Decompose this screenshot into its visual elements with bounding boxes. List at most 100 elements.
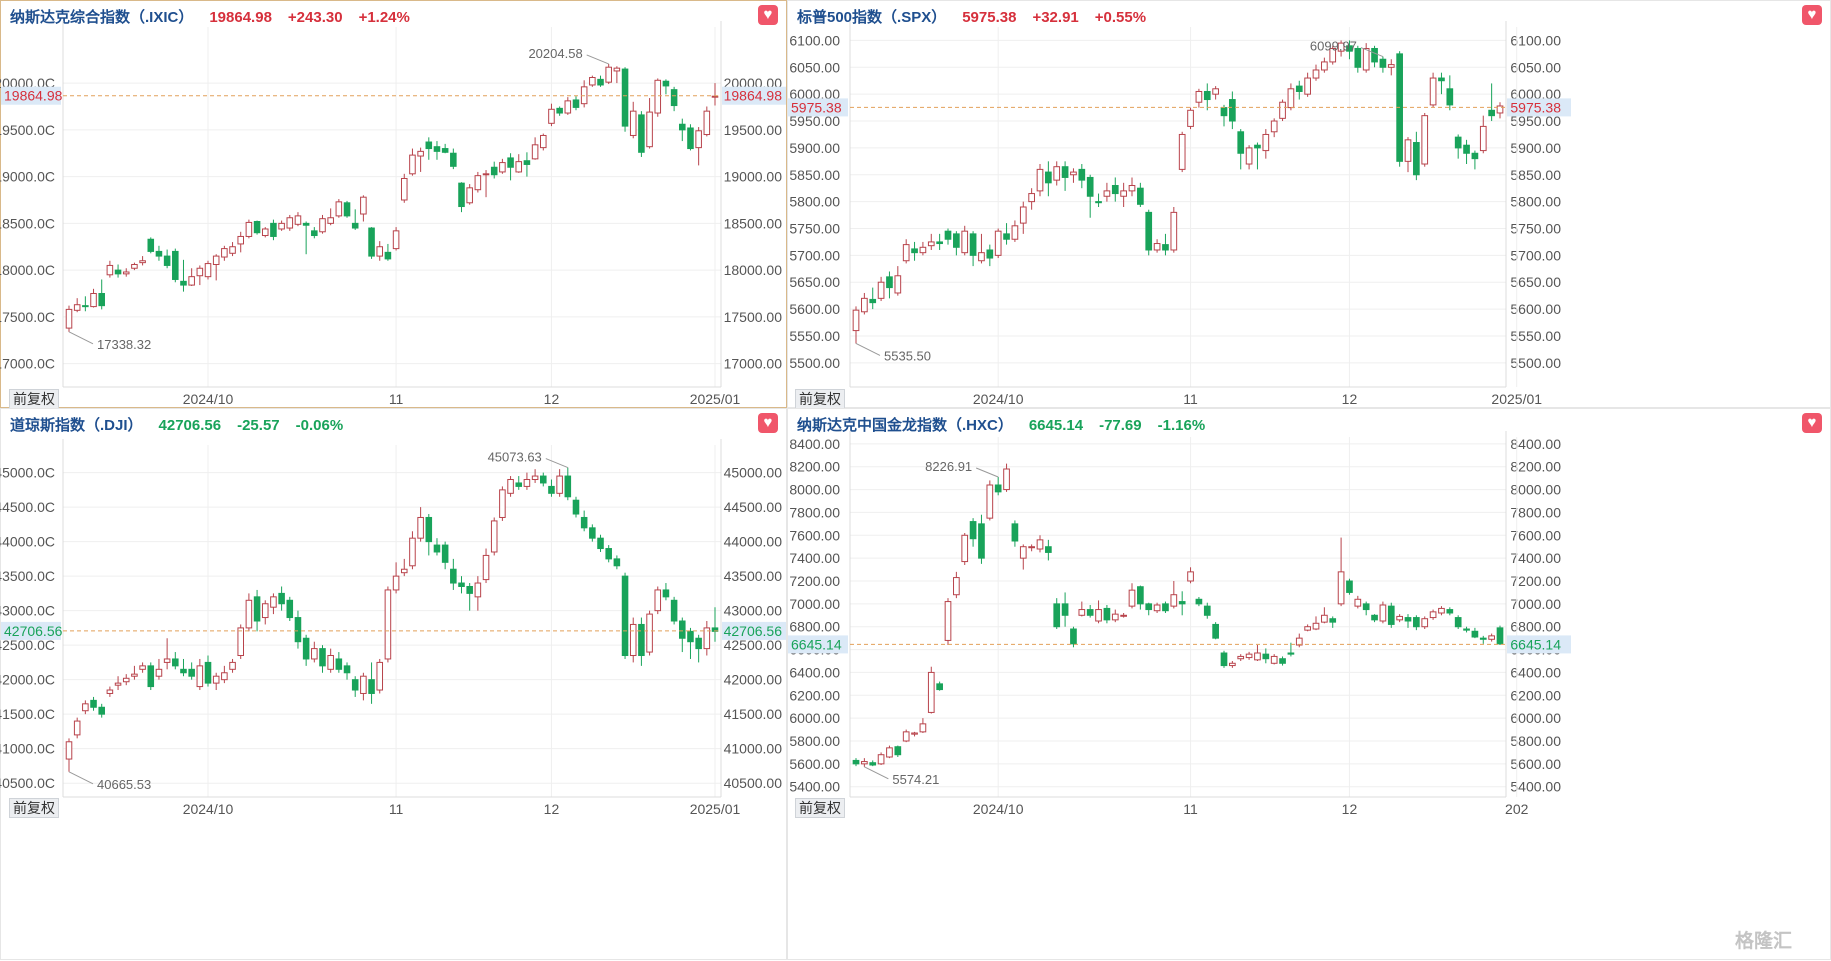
candle-body	[1187, 109, 1194, 127]
candle-body	[1011, 523, 1019, 542]
candle-body	[1387, 64, 1395, 68]
candle-body	[1396, 615, 1403, 621]
candle-body	[1312, 69, 1320, 79]
candle-body	[978, 523, 985, 559]
candle-body	[1028, 193, 1035, 203]
candle-body	[613, 558, 621, 567]
x-tick-label: 2024/10	[183, 391, 234, 407]
y-tick-label-left: 8200.00	[789, 459, 840, 475]
candle-body	[474, 582, 482, 598]
candle-body	[1045, 171, 1052, 184]
candle-body	[1270, 655, 1278, 664]
y-tick-label-left: 5750.00	[789, 220, 840, 236]
adjustment-button[interactable]: 前复权	[795, 389, 845, 409]
candle-body	[327, 217, 334, 224]
y-tick-label-left: 5650.00	[789, 274, 840, 290]
low-annotation: 5574.21	[892, 772, 939, 787]
candle-body	[944, 230, 952, 240]
candle-body	[229, 661, 236, 670]
y-tick-label-right: 17500.00	[724, 309, 783, 325]
candle-body	[1086, 176, 1094, 197]
candle-body	[155, 250, 163, 257]
candle-body	[902, 731, 910, 742]
candle-body	[229, 246, 236, 254]
candle-body	[1078, 609, 1086, 616]
candle-body	[1371, 47, 1378, 63]
candle-body	[327, 655, 334, 670]
candle-body	[961, 230, 969, 254]
candle-body	[1178, 601, 1186, 605]
candle-body	[621, 68, 629, 127]
high-annotation-leader	[545, 458, 568, 469]
candlestick-chart: 5400.00 5400.00 5600.00 5600.00 5800.00 5800.…	[788, 431, 1571, 817]
candle-body	[1454, 617, 1462, 628]
chart-panel-dji: 道琼斯指数（.DJI） 42706.56 -25.57 -0.06% ♥ 40500.…	[0, 408, 787, 960]
candle-body	[1162, 603, 1169, 612]
candle-body	[368, 679, 375, 694]
candle-body	[1287, 652, 1295, 655]
candle-body	[376, 661, 384, 691]
candle-body	[597, 78, 604, 86]
current-price-tag-left: 19864.98	[4, 88, 63, 104]
candle-body	[343, 202, 351, 217]
candle-body	[687, 630, 694, 643]
candle-body	[1237, 131, 1245, 154]
candle-body	[384, 589, 392, 660]
candle-body	[1053, 603, 1061, 628]
y-tick-label-left: 5800.00	[789, 733, 840, 749]
candle-body	[1262, 133, 1270, 152]
candle-body	[221, 248, 228, 258]
candle-body	[1387, 605, 1395, 625]
adjustment-button[interactable]: 前复权	[795, 798, 845, 818]
y-tick-label-left: 41500.0C	[0, 706, 55, 722]
candle-body	[98, 706, 105, 715]
candle-body	[986, 484, 994, 519]
y-tick-label-left: 5600.00	[789, 756, 840, 772]
candle-body	[936, 683, 943, 691]
low-annotation: 40665.53	[97, 777, 151, 792]
candle-body	[1120, 614, 1127, 617]
candlestick-chart: 5500.00 5500.00 5550.00 5550.00 5600.00 5600.…	[788, 21, 1571, 407]
y-tick-label-left: 5900.00	[789, 140, 840, 156]
candle-body	[507, 479, 514, 494]
y-tick-label-left: 18500.0C	[0, 215, 55, 231]
current-price-tag-left: 42706.56	[4, 623, 63, 639]
y-tick-label-left: 5850.00	[789, 167, 840, 183]
x-tick-label: 12	[1342, 801, 1358, 817]
candle-body	[1003, 468, 1010, 491]
candle-body	[1070, 628, 1077, 645]
y-tick-label-right: 41500.00	[724, 706, 783, 722]
y-tick-label-right: 44500.00	[724, 499, 783, 515]
y-tick-label-left: 44000.0C	[0, 534, 55, 550]
candle-body	[360, 196, 367, 215]
candle-body	[1404, 617, 1412, 622]
candle-body	[1245, 147, 1253, 165]
adjustment-button[interactable]: 前复权	[9, 798, 59, 818]
candle-body	[1128, 589, 1136, 607]
candle-body	[311, 230, 318, 237]
candle-body	[376, 246, 384, 257]
candle-body	[1053, 166, 1061, 181]
candle-body	[877, 281, 885, 299]
candle-body	[1404, 139, 1412, 162]
candle-body	[1028, 546, 1035, 549]
candle-body	[515, 161, 523, 173]
candle-body	[1254, 652, 1261, 661]
current-price-tag-right: 6645.14	[1510, 636, 1561, 652]
y-tick-label-right: 7000.00	[1510, 596, 1561, 612]
candle-body	[869, 762, 877, 766]
adjustment-button[interactable]: 前复权	[9, 389, 59, 409]
candle-body	[433, 146, 441, 152]
candle-body	[1454, 136, 1462, 149]
candle-body	[441, 148, 449, 153]
candle-body	[392, 575, 400, 591]
candle-body	[90, 292, 97, 308]
candle-body	[1036, 539, 1044, 550]
candle-body	[589, 76, 596, 86]
current-price-tag-right: 19864.98	[724, 88, 783, 104]
candle-body	[861, 761, 868, 765]
candle-body	[1421, 115, 1429, 165]
candle-body	[1479, 125, 1487, 152]
candle-body	[944, 601, 952, 641]
candle-body	[237, 627, 245, 657]
